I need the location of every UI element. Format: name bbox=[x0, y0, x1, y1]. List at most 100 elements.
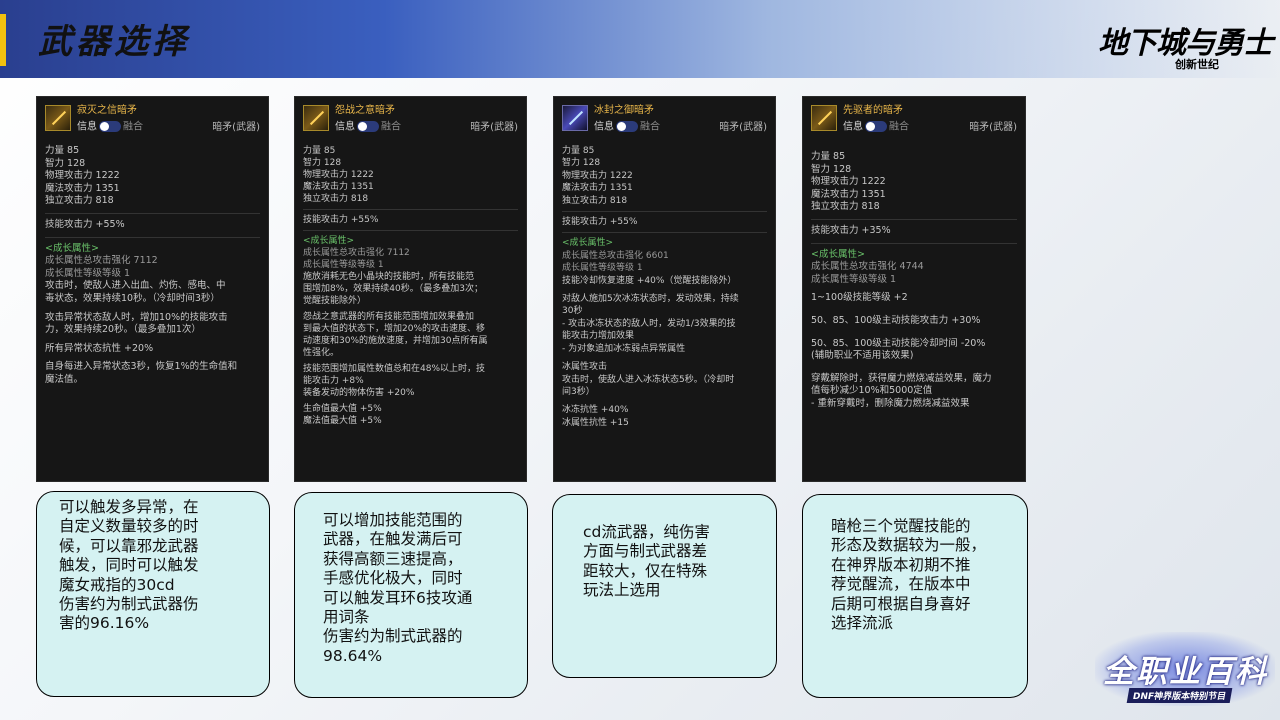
effect-line: 所有异常状态抗性 +20% bbox=[45, 342, 154, 354]
page-title: 武器选择 bbox=[38, 22, 190, 62]
spear-icon bbox=[562, 105, 588, 131]
growth-line: 成长属性等级等级 1 bbox=[811, 273, 897, 285]
comment-bubble-3: cd流武器，纯伤害 方面与制式武器差 距较大，仅在特殊 玩法上选用 bbox=[552, 494, 777, 678]
info-toggle-row: 信息 融合 bbox=[843, 121, 909, 134]
effect-line: - 重新穿戴时，删除魔力燃烧减益效果 bbox=[811, 397, 970, 409]
effect-line: 穿戴解除时，获得魔力燃烧减益效果，魔力 bbox=[811, 372, 992, 384]
skill-attack-line: 技能攻击力 +55% bbox=[562, 217, 638, 228]
growth-line: 成长属性等级等级 1 bbox=[45, 267, 131, 279]
comment-line: 在神界版本初期不推 bbox=[831, 555, 971, 574]
growth-title: <成长属性> bbox=[303, 236, 355, 246]
stat-line: 独立攻击力 818 bbox=[303, 194, 369, 204]
growth-line: 成长属性总攻击强化 4744 bbox=[811, 261, 924, 273]
effect-line: 技能冷却恢复速度 +40%（觉醒技能除外） bbox=[562, 275, 737, 286]
stat-line: 独立攻击力 818 bbox=[811, 201, 880, 213]
divider bbox=[562, 232, 767, 234]
comment-line: 获得高额三速提高， bbox=[323, 549, 463, 568]
stat-line: 智力 128 bbox=[303, 158, 342, 168]
comment-line: 可以触发多异常，在 bbox=[59, 498, 199, 516]
comment-line: 98.64% bbox=[323, 646, 383, 665]
stat-line: 魔法攻击力 1351 bbox=[811, 188, 886, 200]
skill-attack-line: 技能攻击力 +55% bbox=[45, 218, 125, 230]
divider bbox=[811, 242, 1017, 244]
effect-line: 魔法值。 bbox=[45, 373, 84, 385]
spear-icon bbox=[303, 105, 329, 131]
info-fuse-toggle[interactable] bbox=[357, 121, 379, 132]
growth-line: 成长属性总攻击强化 7112 bbox=[45, 255, 158, 267]
game-logo-subtitle: 创新世纪 bbox=[1175, 58, 1219, 71]
effect-line: - 为对象追加冰冻弱点异常属性 bbox=[562, 343, 686, 354]
header-accent-bar bbox=[0, 14, 6, 66]
effect-line: 围增加8%，效果持续40秒。（最多叠加3次； bbox=[303, 284, 483, 294]
header-banner bbox=[0, 0, 1280, 78]
effect-line: 生命值最大值 +5% bbox=[303, 404, 382, 414]
info-fuse-toggle[interactable] bbox=[99, 121, 121, 132]
divider bbox=[303, 209, 518, 210]
comment-line: 形态及数据较为一般， bbox=[831, 536, 987, 555]
program-badge-title: 全职业百科 bbox=[1103, 654, 1268, 690]
comment-line: 荐觉醒流，在版本中 bbox=[831, 575, 971, 594]
comment-bubble-1: 可以触发多异常，在 自定义数量较多的时 候，可以靠邪龙武器 触发，同时可以触发 … bbox=[36, 491, 270, 697]
item-type: 暗矛(武器) bbox=[719, 122, 767, 133]
growth-line: 成长属性总攻击强化 7112 bbox=[303, 248, 410, 258]
divider bbox=[811, 218, 1017, 220]
fuse-label: 融合 bbox=[123, 121, 143, 133]
comment-line: 自定义数量较多的时 bbox=[59, 517, 199, 536]
comment-line: 伤害约为制式武器伤 bbox=[59, 595, 199, 614]
comment-line: 可以触发耳环6技攻通 bbox=[323, 588, 473, 607]
stat-line: 魔法攻击力 1351 bbox=[45, 182, 120, 194]
effect-line: 攻击时，使敌人进入出血、灼伤、感电、中 bbox=[45, 280, 226, 292]
divider bbox=[45, 212, 260, 214]
stat-line: 魔法攻击力 1351 bbox=[562, 183, 633, 194]
item-type: 暗矛(武器) bbox=[969, 122, 1017, 133]
comment-line: 害的96.16% bbox=[59, 614, 150, 633]
comment-line: 可以增加技能范围的 bbox=[323, 511, 463, 529]
info-toggle-row: 信息 融合 bbox=[594, 121, 660, 134]
growth-title: <成长属性> bbox=[811, 248, 865, 260]
effect-line: 50、85、100级主动技能攻击力 +30% bbox=[811, 314, 981, 326]
comment-line: 伤害约为制式武器的 bbox=[323, 627, 463, 646]
effect-line: 30秒 bbox=[562, 306, 583, 317]
comment-line: 用词条 bbox=[323, 608, 370, 627]
comment-line: cd流武器，纯伤害 bbox=[583, 523, 710, 541]
comment-line: 暗枪三个觉醒技能的 bbox=[831, 517, 971, 535]
effect-line: 能攻击力增加效果 bbox=[562, 331, 635, 342]
stat-line: 物理攻击力 1222 bbox=[303, 170, 374, 180]
effect-line: 值每秒减少10%和5000定值 bbox=[811, 385, 933, 397]
info-label: 信息 bbox=[77, 121, 97, 133]
effect-line: 能攻击力 +8% bbox=[303, 376, 364, 386]
fuse-label: 融合 bbox=[889, 121, 909, 133]
comment-line: 玩法上选用 bbox=[583, 581, 661, 600]
stat-line: 物理攻击力 1222 bbox=[811, 176, 886, 188]
comment-line: 手感优化极大，同时 bbox=[323, 569, 463, 588]
item-name: 怨战之意暗矛 bbox=[335, 105, 395, 116]
stat-line: 智力 128 bbox=[811, 163, 852, 175]
comment-bubble-2: 可以增加技能范围的 武器，在触发满后可 获得高额三速提高， 手感优化极大，同时 … bbox=[294, 492, 528, 698]
comment-line: 选择流派 bbox=[831, 614, 894, 633]
item-name: 寂灭之信暗矛 bbox=[77, 105, 137, 116]
stat-line: 力量 85 bbox=[303, 146, 336, 156]
effect-line: 魔法值最大值 +5% bbox=[303, 416, 382, 426]
info-fuse-toggle[interactable] bbox=[616, 121, 638, 132]
item-name: 冰封之御暗矛 bbox=[594, 105, 654, 116]
effect-line: 施放消耗无色小晶块的技能时，所有技能范 bbox=[303, 272, 475, 282]
info-label: 信息 bbox=[594, 121, 614, 133]
effect-line: 装备发动的物体伤害 +20% bbox=[303, 388, 415, 398]
item-name: 先驱者的暗矛 bbox=[843, 105, 903, 116]
spear-icon bbox=[811, 105, 837, 131]
growth-line: 成长属性等级等级 1 bbox=[562, 263, 643, 274]
stat-line: 力量 85 bbox=[562, 146, 595, 156]
stat-line: 力量 85 bbox=[811, 151, 846, 162]
effect-line: 觉醒技能除外） bbox=[303, 296, 367, 306]
stat-line: 物理攻击力 1222 bbox=[562, 170, 633, 181]
info-fuse-toggle[interactable] bbox=[865, 121, 887, 132]
effect-line: 冰属性抗性 +15 bbox=[562, 417, 629, 428]
comment-line: 后期可根据自身喜好 bbox=[831, 594, 971, 613]
info-toggle-row: 信息 融合 bbox=[335, 121, 401, 134]
info-label: 信息 bbox=[843, 121, 863, 133]
stat-line: 独立攻击力 818 bbox=[45, 195, 114, 207]
effect-line: 50、85、100级主动技能冷却时间 -20% bbox=[811, 337, 986, 349]
comment-line: 候，可以靠邪龙武器 bbox=[59, 536, 199, 555]
info-toggle-row: 信息 融合 bbox=[77, 121, 143, 134]
comment-line: 方面与制式武器差 bbox=[583, 542, 708, 561]
